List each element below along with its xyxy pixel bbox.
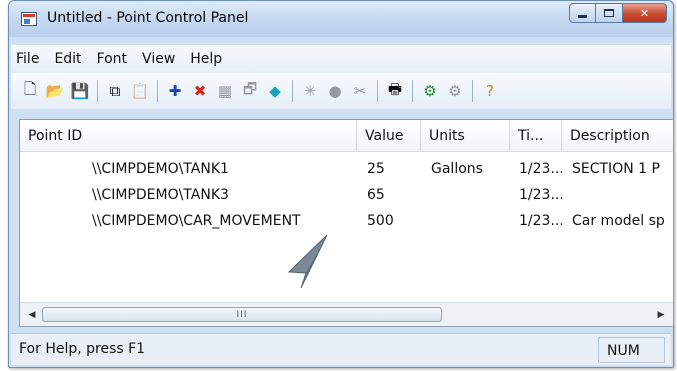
menu-bar: File Edit Font View Help (11, 45, 671, 73)
caption-buttons: ✕ (569, 3, 667, 25)
set-value-icon: ⚙ (423, 82, 437, 100)
alarm-ack-button: ✳ (299, 80, 321, 102)
column-header-time[interactable]: Ti... (510, 120, 562, 152)
set-value-button[interactable]: ⚙ (419, 80, 441, 102)
copy-icon: ⧉ (109, 82, 121, 100)
cut-icon: ✂ (353, 82, 367, 100)
record-icon: ● (328, 82, 342, 100)
open-folder-icon: 📂 (45, 82, 65, 100)
status-bar: For Help, press F1 NUM (11, 333, 671, 365)
delete-point-icon: ✖ (193, 82, 207, 100)
menu-view[interactable]: View (142, 51, 175, 67)
point-control-panel-window: Untitled - Point Control Panel ✕ File Ed… (8, 0, 674, 368)
reset-value-icon: ⚙ (448, 82, 462, 100)
cell-point-id: \\CIMPDEMO\CAR_MOVEMENT (92, 213, 301, 229)
cell-units (431, 182, 510, 208)
paste-button: 📋 (129, 80, 151, 102)
column-header-units[interactable]: Units (421, 120, 510, 152)
mouse-pointer-icon (287, 234, 328, 289)
menu-font[interactable]: Font (97, 51, 127, 67)
cell-value: 25 (367, 161, 385, 177)
cell-value: 500 (367, 213, 394, 229)
window-title: Untitled - Point Control Panel (47, 10, 249, 26)
menu-file[interactable]: File (16, 51, 39, 67)
close-icon: ✕ (639, 6, 650, 20)
record-button: ● (324, 80, 346, 102)
cell-value: 65 (367, 187, 385, 203)
toolbar-separator (157, 80, 158, 102)
table-row[interactable]: \\CIMPDEMO\CAR_MOVEMENT 500 1/23... Car mod… (20, 208, 673, 234)
column-header-description[interactable]: Description (562, 120, 673, 152)
new-document-button[interactable]: 🗋 (19, 80, 41, 102)
minimize-button[interactable] (569, 3, 596, 23)
point-properties-icon: 🗗 (242, 79, 258, 98)
help-icon: ? (486, 82, 494, 100)
cell-time: 1/23... (519, 213, 562, 229)
list-header: Point ID Value Units Ti... Description (20, 120, 673, 152)
point-table-button: ▦ (214, 80, 236, 102)
cell-description: SECTION 1 P (572, 161, 660, 177)
delete-point-button[interactable]: ✖ (189, 80, 211, 102)
toolbar-separator (412, 80, 413, 102)
paste-icon: 📋 (130, 82, 150, 100)
num-lock-indicator: NUM (598, 337, 665, 363)
maximize-button[interactable] (596, 3, 623, 23)
minimize-icon (578, 14, 587, 18)
column-header-point-id[interactable]: Point ID (20, 120, 357, 152)
help-button[interactable]: ? (479, 80, 501, 102)
title-bar[interactable]: Untitled - Point Control Panel ✕ (9, 1, 673, 37)
save-icon: 💾 (70, 82, 90, 100)
add-point-button[interactable]: ✚ (164, 80, 186, 102)
column-header-value[interactable]: Value (357, 120, 421, 152)
cell-point-id: \\CIMPDEMO\TANK3 (92, 187, 229, 203)
horizontal-scrollbar[interactable]: ◀ III ▶ (20, 302, 673, 326)
connect-icon: ◆ (269, 82, 281, 100)
toolbar-separator (472, 80, 473, 102)
toolbar-separator (377, 80, 378, 102)
status-text: For Help, press F1 (19, 341, 146, 357)
scroll-right-icon[interactable]: ▶ (651, 303, 671, 327)
cell-units (431, 208, 510, 234)
scrollbar-thumb[interactable]: III (42, 307, 442, 322)
reset-value-button: ⚙ (444, 80, 466, 102)
menu-edit[interactable]: Edit (54, 51, 81, 67)
toolbar-separator (97, 80, 98, 102)
maximize-icon (604, 9, 614, 17)
cell-description: Car model sp (572, 213, 665, 229)
table-row[interactable]: \\CIMPDEMO\TANK1 25 Gallons 1/23... SECTION … (20, 156, 673, 182)
add-point-icon: ✚ (168, 82, 182, 100)
point-properties-button: 🗗 (239, 80, 261, 102)
cell-time: 1/23... (519, 161, 562, 177)
menu-help[interactable]: Help (190, 51, 222, 67)
point-list[interactable]: Point ID Value Units Ti... Description \… (19, 119, 674, 327)
print-button[interactable]: 🖶 (384, 80, 406, 102)
copy-button[interactable]: ⧉ (104, 80, 126, 102)
point-table-icon: ▦ (217, 82, 233, 100)
print-icon: 🖶 (387, 79, 403, 98)
connect-button[interactable]: ◆ (264, 80, 286, 102)
new-document-icon: 🗋 (23, 79, 37, 98)
cell-units: Gallons (431, 161, 483, 177)
cut-button: ✂ (349, 80, 371, 102)
cell-point-id: \\CIMPDEMO\TANK1 (92, 161, 229, 177)
toolbar: 🗋 📂 💾 ⧉ 📋 ✚ ✖ ▦ 🗗 ◆ ✳ ● ✂ 🖶 ⚙ ⚙? (11, 73, 671, 109)
toolbar-separator (292, 80, 293, 102)
cell-description (572, 182, 673, 208)
open-folder-button[interactable]: 📂 (44, 80, 66, 102)
close-button[interactable]: ✕ (623, 3, 667, 23)
table-row[interactable]: \\CIMPDEMO\TANK3 65 1/23... (20, 182, 673, 208)
app-icon[interactable] (21, 12, 37, 26)
save-button[interactable]: 💾 (69, 80, 91, 102)
scroll-left-icon[interactable]: ◀ (22, 303, 42, 327)
alarm-ack-icon: ✳ (303, 82, 317, 100)
cell-time: 1/23... (519, 187, 562, 203)
